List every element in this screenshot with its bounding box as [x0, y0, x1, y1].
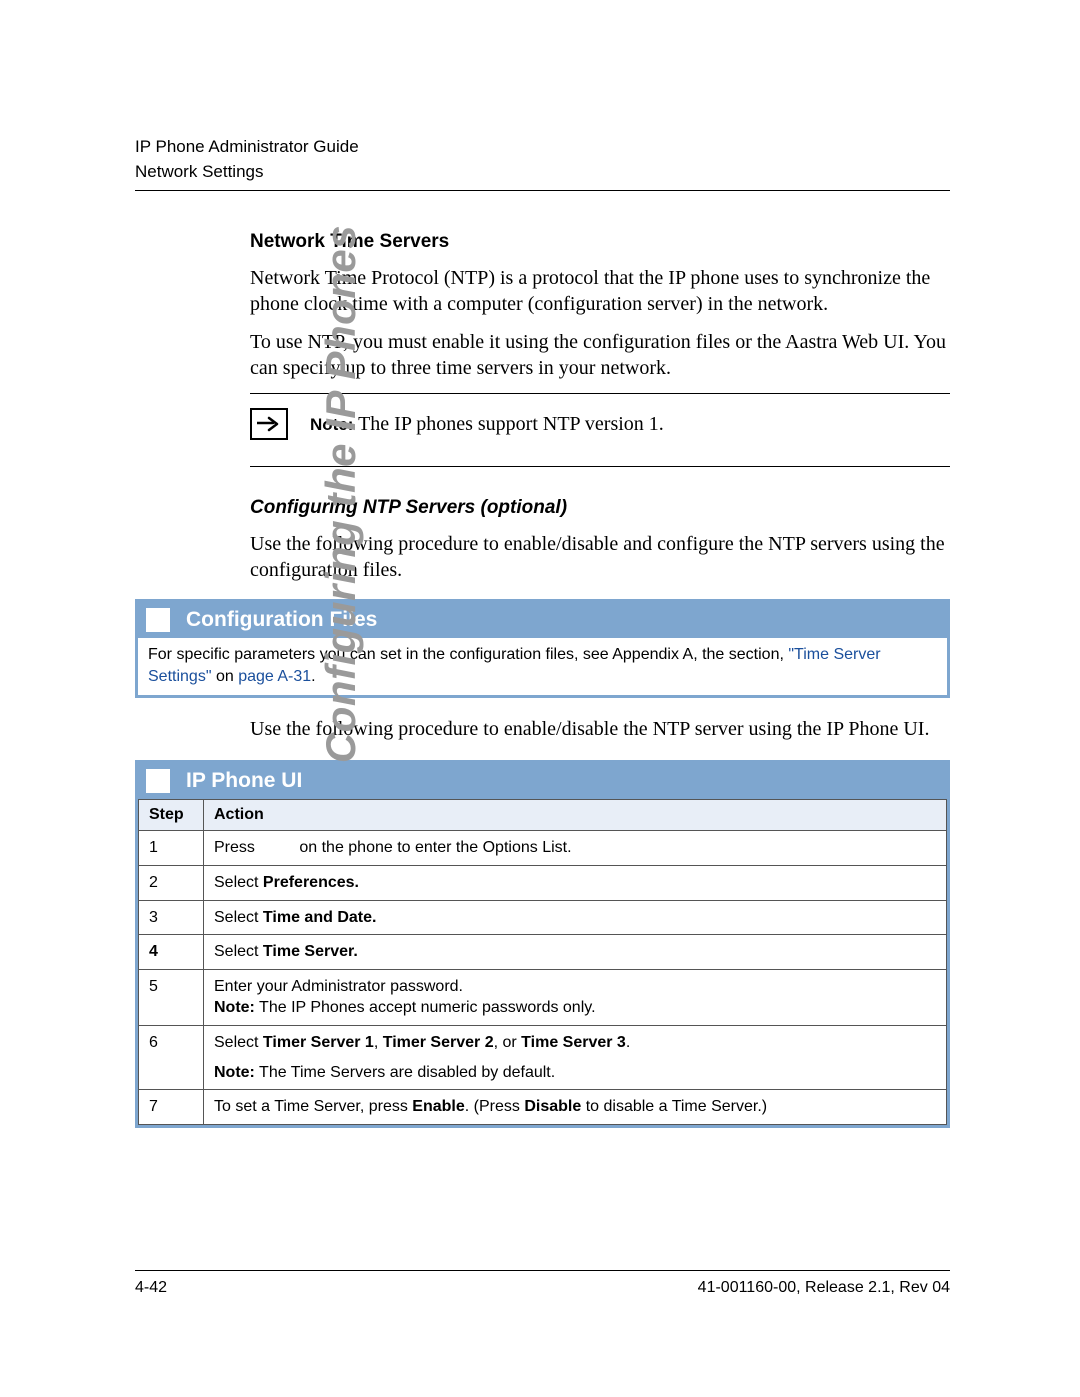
table-row: 6 Select Timer Server 1, Timer Server 2,…	[139, 1026, 947, 1090]
header-line-1: IP Phone Administrator Guide	[135, 135, 950, 160]
step-bold: Time and Date.	[263, 909, 377, 926]
step-line: Enter your Administrator password.	[214, 976, 936, 998]
step-mid: , or	[494, 1034, 522, 1051]
step-suffix: to disable a Time Server.)	[581, 1098, 767, 1115]
config-files-panel: Configuration Files For specific paramet…	[135, 599, 950, 698]
step-mid: . (Press	[465, 1098, 525, 1115]
step-prefix: Press	[214, 839, 255, 856]
step-num: 3	[139, 900, 204, 935]
config-body-prefix: For specific parameters you can set in t…	[148, 646, 788, 663]
steps-body: 1 Press on the phone to enter the Option…	[139, 831, 947, 1124]
step-num: 5	[139, 969, 204, 1025]
col-action: Action	[204, 800, 947, 831]
panel-icon-placeholder	[146, 608, 170, 632]
step-prefix: To set a Time Server, press	[214, 1098, 412, 1115]
step-action: Select Time and Date.	[204, 900, 947, 935]
doc-id: 41-001160-00, Release 2.1, Rev 04	[698, 1279, 950, 1297]
step-prefix: Select	[214, 943, 263, 960]
step-num: 2	[139, 866, 204, 901]
step-num: 1	[139, 831, 204, 866]
step-bold: Time Server.	[263, 943, 358, 960]
step-num: 7	[139, 1090, 204, 1125]
step-num: 6	[139, 1026, 204, 1090]
document-page: IP Phone Administrator Guide Network Set…	[0, 0, 1080, 1397]
footer-row: 4-42 41-001160-00, Release 2.1, Rev 04	[135, 1279, 950, 1297]
arrow-right-icon	[250, 408, 288, 440]
step-bold: Timer Server 1	[263, 1034, 374, 1051]
step-suffix: on the phone to enter the Options List.	[295, 839, 572, 856]
page-footer: 4-42 41-001160-00, Release 2.1, Rev 04	[135, 1270, 950, 1297]
table-row: 5 Enter your Administrator password. Not…	[139, 969, 947, 1025]
page-number: 4-42	[135, 1279, 167, 1297]
step-action: Enter your Administrator password. Note:…	[204, 969, 947, 1025]
step-num: 4	[139, 935, 204, 970]
ui-panel-header: IP Phone UI	[138, 763, 947, 799]
step-action: Select Time Server.	[204, 935, 947, 970]
row-gap	[214, 1054, 936, 1062]
table-row: 4 Select Time Server.	[139, 935, 947, 970]
page-header: IP Phone Administrator Guide Network Set…	[135, 135, 950, 191]
ui-panel-title: IP Phone UI	[186, 769, 302, 793]
table-row: 3 Select Time and Date.	[139, 900, 947, 935]
config-body-suffix: .	[311, 668, 315, 685]
step-prefix: Select	[214, 909, 263, 926]
table-row: 1 Press on the phone to enter the Option…	[139, 831, 947, 866]
ip-phone-ui-panel: IP Phone UI Step Action 1 Press on the p…	[135, 760, 950, 1127]
step-mid: ,	[374, 1034, 383, 1051]
header-line-2: Network Settings	[135, 160, 950, 185]
step-bold: Enable	[412, 1098, 464, 1115]
panel-icon-placeholder	[146, 769, 170, 793]
step-bold: Preferences.	[263, 874, 359, 891]
step-action: To set a Time Server, press Enable. (Pre…	[204, 1090, 947, 1125]
step-bold: Timer Server 2	[383, 1034, 494, 1051]
step-bold: Time Server 3	[521, 1034, 626, 1051]
side-chapter-label: Configuring the IP Phones	[317, 225, 365, 763]
step-action: Select Timer Server 1, Timer Server 2, o…	[204, 1026, 947, 1090]
step-suffix: .	[626, 1034, 630, 1051]
note-text: The IP Phones accept numeric passwords o…	[255, 999, 596, 1016]
col-step: Step	[139, 800, 204, 831]
table-row: 7 To set a Time Server, press Enable. (P…	[139, 1090, 947, 1125]
footer-rule	[135, 1270, 950, 1271]
config-panel-header: Configuration Files	[138, 602, 947, 638]
step-line: Select Timer Server 1, Timer Server 2, o…	[214, 1032, 936, 1054]
note-label: Note:	[214, 999, 255, 1016]
config-body-mid: on	[212, 668, 239, 685]
step-action: Press on the phone to enter the Options …	[204, 831, 947, 866]
step-prefix: Select	[214, 1034, 263, 1051]
note-text: The Time Servers are disabled by default…	[255, 1064, 555, 1081]
step-note: Note: The Time Servers are disabled by d…	[214, 1062, 936, 1084]
note-label: Note:	[214, 1064, 255, 1081]
step-note: Note: The IP Phones accept numeric passw…	[214, 997, 936, 1019]
steps-table: Step Action 1 Press on the phone to ente…	[138, 799, 947, 1124]
step-prefix: Select	[214, 874, 263, 891]
link-page-a31[interactable]: page A-31	[238, 668, 311, 685]
config-panel-body: For specific parameters you can set in t…	[138, 638, 947, 695]
header-rule	[135, 190, 950, 191]
step-bold: Disable	[524, 1098, 581, 1115]
table-header-row: Step Action	[139, 800, 947, 831]
table-row: 2 Select Preferences.	[139, 866, 947, 901]
step-action: Select Preferences.	[204, 866, 947, 901]
note-body: The IP phones support NTP version 1.	[353, 413, 663, 435]
